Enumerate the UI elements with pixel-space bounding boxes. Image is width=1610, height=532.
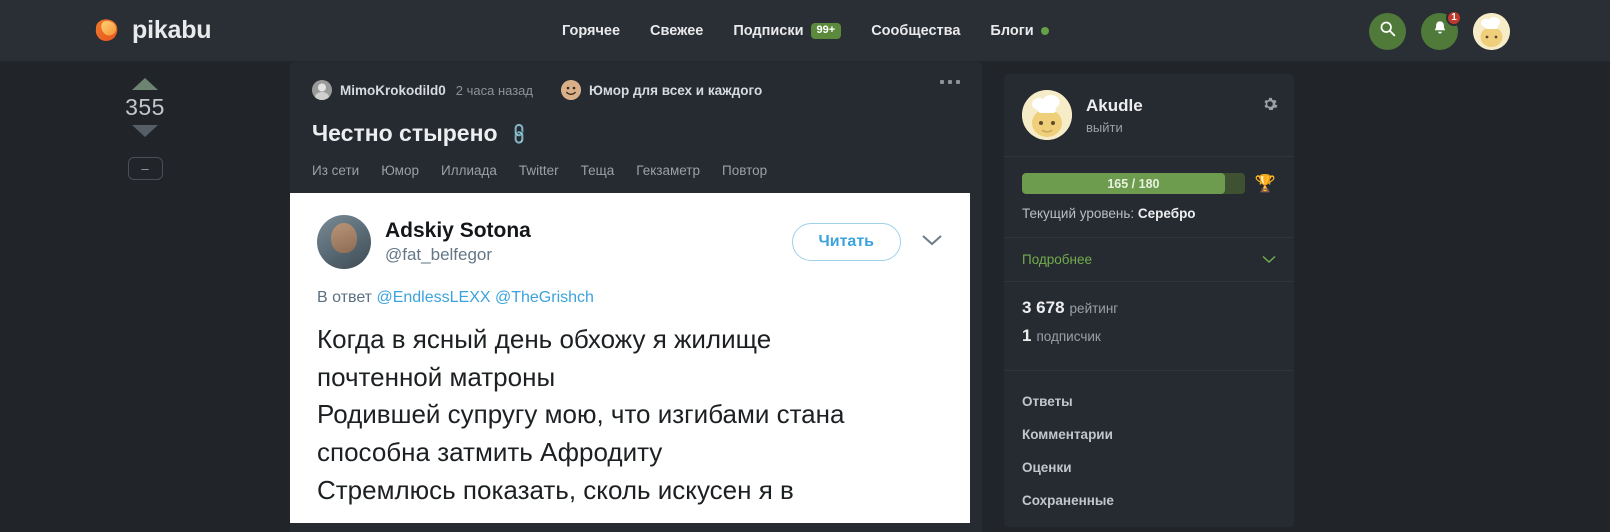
subscribers-label: подписчик — [1036, 329, 1101, 344]
sidebar-item-saved[interactable]: Сохраненные — [1022, 484, 1276, 517]
profile-card: Akudle выйти 165 / 180 🏆 Текущий уровень… — [1004, 74, 1294, 527]
chevron-down-icon — [1262, 252, 1276, 267]
gear-icon[interactable] — [1262, 96, 1278, 117]
tag-item[interactable]: Из сети — [312, 163, 359, 178]
rating-stat: 3 678 рейтинг — [1022, 298, 1276, 318]
page-body: 355 – MimoKrokodild0 2 часа назад Юмор д… — [0, 62, 1610, 532]
tweet-embed: Adskiy Sotona @fat_belfegor Читать В отв… — [290, 193, 970, 523]
nav-label: Блоги — [990, 23, 1034, 39]
subscribers-stat: 1 подписчик — [1022, 326, 1276, 346]
level-progress-label: 165 / 180 — [1107, 176, 1160, 191]
profile-avatar[interactable] — [1022, 90, 1072, 140]
tag-item[interactable]: Повтор — [722, 163, 767, 178]
post-community[interactable]: Юмор для всех и каждого — [561, 80, 762, 100]
profile-user-info: Akudle выйти — [1086, 96, 1143, 135]
chevron-down-icon[interactable] — [921, 231, 943, 253]
profile-stats: 3 678 рейтинг 1 подписчик — [1004, 282, 1294, 371]
profile-progress-section: 165 / 180 🏆 Текущий уровень: Серебро — [1004, 157, 1294, 238]
more-details-label: Подробнее — [1022, 252, 1093, 267]
level-progress-bar: 165 / 180 — [1022, 173, 1245, 194]
bell-icon — [1432, 20, 1448, 42]
tweet-header: Adskiy Sotona @fat_belfegor Читать — [317, 215, 943, 269]
vote-rail: 355 – — [0, 62, 290, 532]
subscriptions-badge: 99+ — [810, 23, 842, 39]
tag-item[interactable]: Гекзаметр — [636, 163, 700, 178]
post-title-row: Честно стырено 🔗 — [312, 120, 960, 147]
sidebar-item-comments[interactable]: Комментарии — [1022, 418, 1276, 451]
current-level-prefix: Текущий уровень: — [1022, 206, 1138, 221]
progress-row: 165 / 180 🏆 — [1022, 173, 1276, 194]
tweet-text: Когда в ясный день обхожу я жилище почте… — [317, 324, 845, 505]
post-card: MimoKrokodild0 2 часа назад Юмор для все… — [290, 62, 982, 532]
collapse-post-button[interactable]: – — [127, 157, 163, 180]
page-title: Честно стырено — [312, 120, 498, 146]
rating-value: 3 678 — [1022, 298, 1065, 317]
logo-text: pikabu — [132, 16, 212, 44]
search-icon — [1379, 20, 1396, 42]
profile-user-row: Akudle выйти — [1004, 74, 1294, 157]
profile-menu: Ответы Комментарии Оценки Сохраненные — [1004, 371, 1294, 527]
pikabu-logo-icon — [92, 16, 122, 46]
community-name: Юмор для всех и каждого — [589, 82, 763, 98]
notifications-button[interactable]: 1 — [1421, 9, 1462, 50]
sidebar-item-ratings[interactable]: Оценки — [1022, 451, 1276, 484]
post-author[interactable]: MimoKrokodild0 — [340, 83, 446, 98]
vote-count: 355 — [125, 94, 165, 120]
profile-username[interactable]: Akudle — [1086, 96, 1143, 116]
logout-link[interactable]: выйти — [1086, 120, 1143, 135]
tag-item[interactable]: Иллиада — [441, 163, 497, 178]
subscribers-value: 1 — [1022, 326, 1032, 345]
nav-item-blogs[interactable]: Блоги — [990, 23, 1049, 39]
main-nav: Горячее Свежее Подписки 99+ Сообщества Б… — [562, 0, 1049, 62]
more-details-link[interactable]: Подробнее — [1004, 238, 1294, 282]
tweet-handle[interactable]: @fat_belfegor — [385, 245, 531, 265]
current-level-value: Серебро — [1137, 206, 1196, 221]
post-column: MimoKrokodild0 2 часа назад Юмор для все… — [290, 62, 982, 532]
nav-label: Сообщества — [871, 23, 961, 39]
sidebar: Akudle выйти 165 / 180 🏆 Текущий уровень… — [1004, 62, 1304, 532]
sidebar-item-answers[interactable]: Ответы — [1022, 385, 1276, 418]
tag-item[interactable]: Юмор — [381, 163, 419, 178]
tweet-author-avatar[interactable] — [317, 215, 371, 269]
nav-item-subscriptions[interactable]: Подписки 99+ — [733, 23, 842, 39]
tweet-reply-mentions[interactable]: @EndlessLEXX @TheGrishch — [376, 289, 593, 306]
trophy-icon: 🏆 — [1254, 173, 1276, 193]
vote-widget: 355 – — [125, 78, 165, 180]
nav-label: Подписки — [733, 23, 804, 39]
avatar[interactable] — [1473, 12, 1510, 50]
nav-label: Горячее — [562, 23, 621, 39]
notifications-badge: 1 — [1446, 9, 1462, 26]
tag-item[interactable]: Twitter — [519, 163, 559, 178]
nav-item-communities[interactable]: Сообщества — [871, 23, 960, 39]
blogs-new-dot-icon — [1040, 27, 1049, 35]
tweet-author-names: Adskiy Sotona @fat_belfegor — [385, 219, 531, 265]
tweet-display-name: Adskiy Sotona — [385, 219, 531, 242]
nav-item-fresh[interactable]: Свежее — [650, 23, 703, 39]
nav-label: Свежее — [650, 23, 704, 39]
tweet-read-button[interactable]: Читать — [791, 223, 901, 261]
nav-item-hot[interactable]: Горячее — [562, 23, 620, 39]
community-avatar — [561, 80, 581, 100]
downvote-icon[interactable] — [132, 125, 158, 137]
post-timestamp: 2 часа назад — [455, 82, 533, 98]
post-tags: Из сети Юмор Иллиада Twitter Теща Гекзам… — [312, 163, 960, 178]
tag-item[interactable]: Теща — [581, 163, 615, 178]
link-icon[interactable]: 🔗 — [506, 121, 532, 146]
current-level-row: Текущий уровень: Серебро — [1022, 206, 1276, 221]
author-avatar[interactable] — [312, 80, 332, 100]
post-header: MimoKrokodild0 2 часа назад Юмор для все… — [312, 62, 960, 110]
site-header: pikabu Горячее Свежее Подписки 99+ Сообщ… — [0, 0, 1610, 62]
logo[interactable]: pikabu — [92, 16, 212, 46]
search-button[interactable] — [1369, 12, 1406, 50]
more-dots-icon[interactable] — [940, 80, 960, 84]
rating-label: рейтинг — [1069, 301, 1119, 316]
header-actions: 1 — [1369, 0, 1510, 62]
tweet-reply-line: В ответ @EndlessLEXX @TheGrishch — [317, 289, 943, 307]
upvote-icon[interactable] — [132, 78, 158, 90]
tweet-reply-prefix: В ответ — [317, 289, 377, 306]
